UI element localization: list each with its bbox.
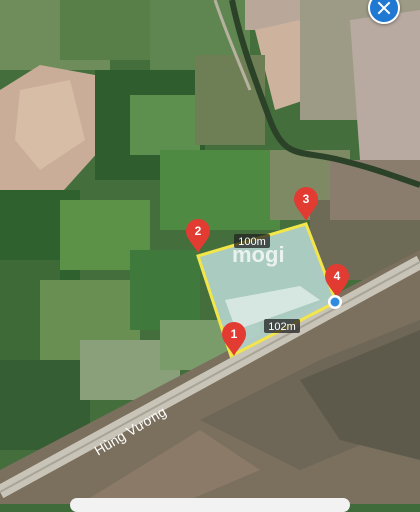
distance-label-top: 100m <box>234 234 270 248</box>
distance-top-text: 100m <box>238 236 266 248</box>
distance-bottom-text: 102m <box>268 321 296 333</box>
marker-4-label: 4 <box>334 269 341 283</box>
marker-1-label: 1 <box>231 327 238 341</box>
satellite-map[interactable]: mogi 100m 102m Hùng Vương 1 2 3 4 <box>0 0 420 504</box>
bottom-sheet-handle[interactable] <box>70 498 350 512</box>
marker-2-label: 2 <box>195 224 202 238</box>
marker-3-label: 3 <box>303 192 310 206</box>
distance-label-bottom: 102m <box>264 319 300 333</box>
location-dot <box>328 295 342 309</box>
